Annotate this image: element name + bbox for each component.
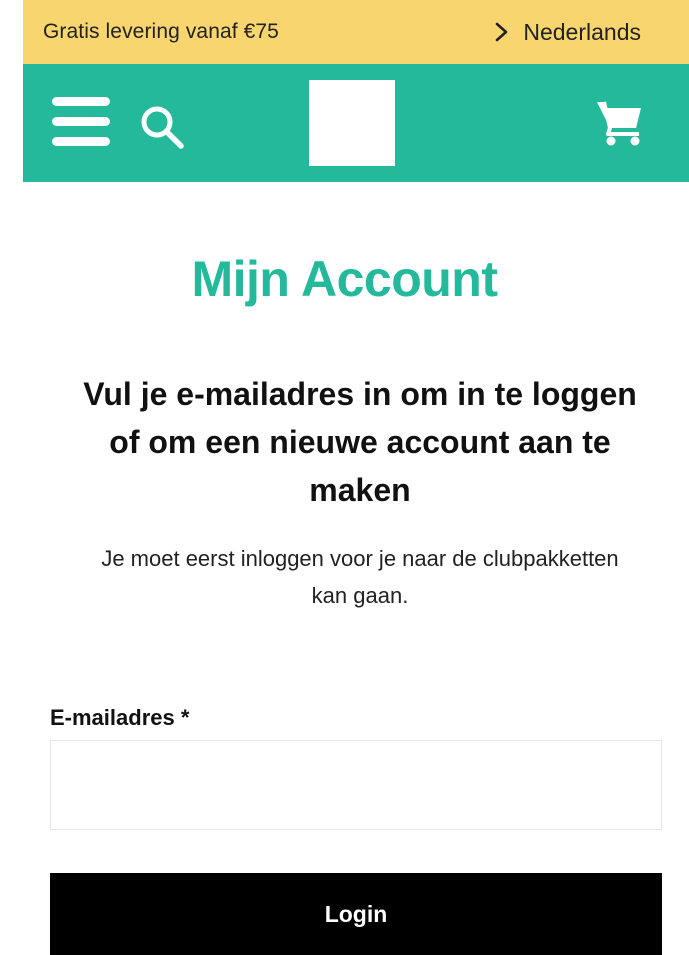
email-label: E-mailadres * xyxy=(50,705,190,730)
logo[interactable] xyxy=(309,80,395,166)
hamburger-menu-icon[interactable] xyxy=(51,94,111,150)
language-label: Nederlands xyxy=(523,18,641,45)
chevron-right-icon xyxy=(496,22,508,42)
promo-bar: Gratis levering vanaf €75 Nederlands xyxy=(23,0,689,64)
search-icon[interactable] xyxy=(139,104,185,150)
login-notice: Je moet eerst inloggen voor je naar de c… xyxy=(101,546,619,608)
shopping-cart-icon[interactable] xyxy=(595,98,645,146)
login-button[interactable]: Login xyxy=(50,873,662,955)
email-field[interactable] xyxy=(50,740,662,830)
page: Gratis levering vanaf €75 Nederlands Mij… xyxy=(0,0,689,955)
language-switch[interactable]: Nederlands xyxy=(495,19,641,46)
promo-text: Gratis levering vanaf €75 xyxy=(43,20,279,43)
page-title: Mijn Account xyxy=(191,251,498,307)
login-subtitle: Vul je e-mailadres in om in te loggen of… xyxy=(83,376,637,508)
site-header xyxy=(23,64,689,182)
